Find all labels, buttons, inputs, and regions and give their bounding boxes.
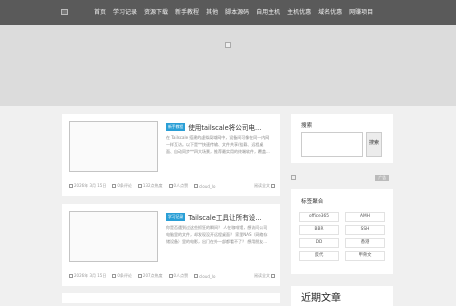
post-excerpt: 你是否遇到过这些抓狂的瞬间？ 人在咖啡馆，想访问公司电脑里的文件，却发现没开远程…	[166, 225, 268, 244]
nav-item-earning[interactable]: 网赚项目	[349, 8, 373, 17]
ad-label: 广告	[375, 175, 389, 181]
tag-link[interactable]: office365	[299, 212, 339, 222]
post-category-tag[interactable]: 学习记录	[166, 213, 186, 221]
search-widget: 搜索 搜索	[291, 114, 393, 163]
top-navbar: 首页 学习记录 资源下载 新手教程 其他 脚本源码 自用主机 主机优惠 域名优惠…	[0, 0, 456, 25]
post-date: 2026年 3月 15日	[74, 273, 107, 278]
calendar-icon	[69, 274, 73, 278]
post-thumbnail[interactable]	[69, 211, 158, 262]
recent-posts-title: 近期文章	[301, 293, 341, 304]
eye-icon	[137, 274, 142, 278]
tag-link[interactable]: 反代	[299, 251, 339, 261]
post-card: 学习记录 Tailscale工具让所有设... 你是否遇到过这些抓狂的瞬间？ 人…	[62, 204, 280, 286]
hero-banner	[0, 25, 456, 106]
eye-icon	[137, 184, 142, 188]
post-author[interactable]: cloud_lo	[199, 274, 215, 279]
nav-item-domain-deals[interactable]: 域名优惠	[318, 8, 342, 17]
tag-link[interactable]: DD	[299, 238, 339, 248]
post-thumbnail[interactable]	[69, 121, 158, 172]
search-input[interactable]	[301, 132, 363, 157]
thumbs-up-icon	[168, 274, 173, 278]
user-icon	[194, 184, 199, 188]
site-logo[interactable]	[61, 9, 68, 15]
post-views: 132点热度	[142, 183, 163, 188]
user-icon	[194, 274, 199, 278]
post-title[interactable]: 使用tailscale将公司电...	[188, 122, 261, 132]
post-likes: 0人点赞	[173, 273, 189, 278]
nav-item-home[interactable]: 首页	[94, 8, 106, 17]
ad-image-placeholder[interactable]	[291, 175, 296, 180]
nav-item-other[interactable]: 其他	[206, 8, 218, 17]
arrow-right-icon	[271, 274, 275, 278]
read-more-link[interactable]: 阅读全文	[254, 273, 270, 279]
nav-item-own-hosts[interactable]: 自用主机	[256, 8, 280, 17]
recent-posts-widget: 近期文章	[291, 286, 393, 306]
post-title[interactable]: Tailscale工具让所有设...	[188, 212, 261, 222]
post-comments: 0条评论	[117, 183, 132, 188]
post-card: 新手教程 使用tailscale将公司电... 在 Tailscale 搭建的虚…	[62, 114, 280, 196]
search-button[interactable]: 搜索	[366, 132, 382, 157]
nav-item-downloads[interactable]: 资源下载	[144, 8, 168, 17]
post-meta: 2026年 3月 15日 0条评论 132点热度 0人点赞 cloud_lo 阅…	[69, 183, 275, 189]
post-meta: 2026年 3月 15日 0条评论 207点热度 0人点赞 cloud_lo 阅…	[69, 273, 275, 279]
tag-link[interactable]: 甲骨文	[345, 251, 385, 261]
nav-item-tutorials[interactable]: 新手教程	[175, 8, 199, 17]
thumbs-up-icon	[168, 184, 173, 188]
post-likes: 0人点赞	[173, 183, 189, 188]
banner-image-placeholder	[225, 42, 231, 48]
post-comments: 0条评论	[117, 273, 132, 278]
search-widget-title: 搜索	[301, 123, 313, 129]
arrow-right-icon	[271, 184, 275, 188]
comment-icon	[112, 184, 117, 188]
post-excerpt: 在 Tailscale 搭建的虚拟局域网中，设备间可像在同一内网一样互访。以下是…	[166, 135, 270, 154]
nav-item-host-deals[interactable]: 主机优惠	[287, 8, 311, 17]
post-views: 207点热度	[142, 273, 163, 278]
post-card	[62, 293, 280, 303]
post-author[interactable]: cloud_lo	[199, 184, 215, 189]
ad-widget: 广告	[291, 175, 393, 181]
main-nav: 首页 学习记录 资源下载 新手教程 其他 脚本源码 自用主机 主机优惠 域名优惠…	[94, 8, 373, 17]
post-date: 2026年 3月 15日	[74, 183, 107, 188]
nav-item-scripts[interactable]: 脚本源码	[225, 8, 249, 17]
read-more-link[interactable]: 阅读全文	[254, 183, 270, 189]
tag-link[interactable]: SSH	[345, 225, 385, 235]
tag-link[interactable]: 香港	[345, 238, 385, 248]
comment-icon	[112, 274, 117, 278]
post-category-tag[interactable]: 新手教程	[166, 123, 186, 131]
tag-cloud-title: 标签聚合	[301, 199, 324, 205]
nav-item-study[interactable]: 学习记录	[113, 8, 137, 17]
calendar-icon	[69, 184, 73, 188]
tag-link[interactable]: BBR	[299, 225, 339, 235]
tag-cloud-widget: 标签聚合 office365 AMH BBR SSH DD 香港 反代 甲骨文	[291, 189, 393, 274]
tag-link[interactable]: AMH	[345, 212, 385, 222]
